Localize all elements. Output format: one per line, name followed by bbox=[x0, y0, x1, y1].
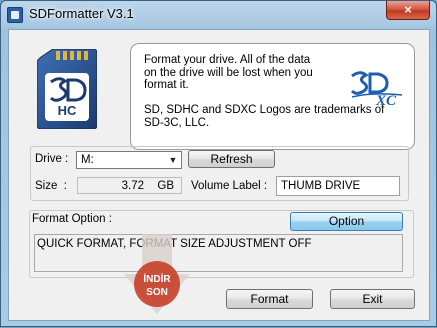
size-label: Size : bbox=[35, 180, 67, 192]
drive-select[interactable]: M: ▼ bbox=[76, 151, 182, 169]
warning-text: Format your drive. All of the data on th… bbox=[144, 54, 313, 91]
title-bar[interactable]: SDFormatter V3.1 × bbox=[1, 1, 436, 27]
drive-label: Drive : bbox=[35, 153, 69, 165]
exit-button[interactable]: Exit bbox=[330, 289, 415, 309]
option-button[interactable]: Option bbox=[290, 212, 403, 231]
volume-label-input[interactable]: THUMB DRIVE bbox=[276, 176, 400, 196]
chevron-down-icon[interactable]: ▼ bbox=[165, 152, 181, 168]
indirson-watermark-logo: İNDİR SON bbox=[124, 234, 190, 314]
window-title: SDFormatter V3.1 bbox=[29, 6, 134, 21]
sdxc-logo-icon: XC bbox=[350, 71, 403, 106]
trademark-text: SD, SDHC and SDXC Logos are trademarks o… bbox=[144, 104, 385, 129]
size-field: 3.72 GB bbox=[77, 177, 182, 194]
format-option-summary: QUICK FORMAT, FORMAT SIZE ADJUSTMENT OFF bbox=[34, 234, 403, 272]
refresh-button[interactable]: Refresh bbox=[188, 150, 275, 168]
app-window: SDFormatter V3.1 × HC Format your drive.… bbox=[0, 0, 437, 327]
format-button[interactable]: Format bbox=[226, 289, 313, 309]
size-value: 3.72 bbox=[121, 180, 144, 192]
size-unit: GB bbox=[157, 180, 174, 192]
volume-label-value: THUMB DRIVE bbox=[281, 180, 361, 192]
watermark-line2: SON bbox=[146, 287, 168, 298]
close-button[interactable]: × bbox=[386, 1, 430, 20]
format-option-label: Format Option : bbox=[32, 213, 112, 225]
sdxc-logo-text: XC bbox=[375, 93, 397, 106]
sdhc-logo-text: HC bbox=[58, 103, 77, 118]
drive-select-value: M: bbox=[81, 154, 94, 166]
sdformatter-app-icon bbox=[7, 7, 23, 23]
info-panel: Format your drive. All of the data on th… bbox=[130, 43, 415, 150]
sdhc-card-icon: HC bbox=[37, 49, 97, 129]
watermark-line1: İNDİR bbox=[143, 272, 171, 285]
volume-label-caption: Volume Label : bbox=[191, 180, 268, 192]
